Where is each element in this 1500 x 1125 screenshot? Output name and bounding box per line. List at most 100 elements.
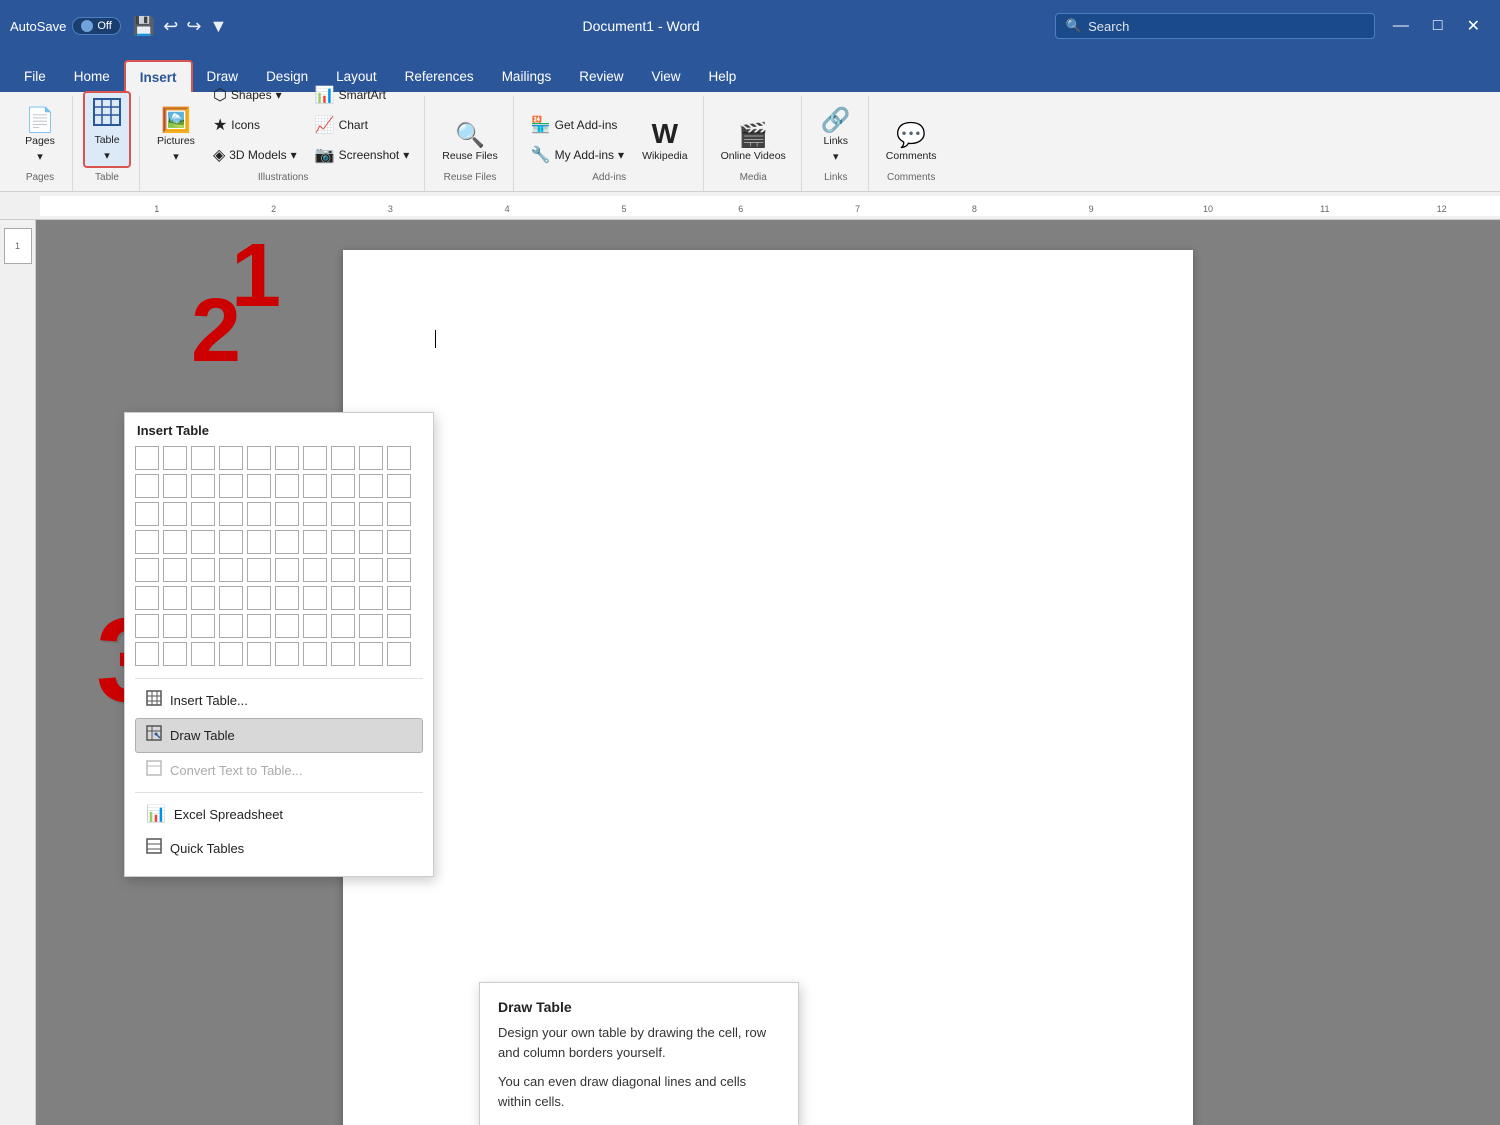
grid-cell[interactable] [191,474,215,498]
grid-cell[interactable] [163,446,187,470]
grid-cell[interactable] [387,614,411,638]
grid-cell[interactable] [191,502,215,526]
grid-cell[interactable] [163,558,187,582]
grid-cell[interactable] [331,474,355,498]
grid-cell[interactable] [135,586,159,610]
grid-cell[interactable] [219,642,243,666]
grid-cell[interactable] [331,530,355,554]
grid-cell[interactable] [135,558,159,582]
grid-cell[interactable] [303,642,327,666]
customize-icon[interactable]: ▼ [209,16,227,37]
grid-cell[interactable] [387,474,411,498]
grid-cell[interactable] [247,474,271,498]
grid-cell[interactable] [135,642,159,666]
grid-cell[interactable] [303,558,327,582]
tab-file[interactable]: File [10,60,60,92]
grid-cell[interactable] [163,502,187,526]
autosave-toggle[interactable]: Off [72,17,120,35]
grid-cell[interactable] [387,530,411,554]
grid-cell[interactable] [387,586,411,610]
grid-cell[interactable] [303,502,327,526]
grid-cell[interactable] [219,586,243,610]
grid-cell[interactable] [387,642,411,666]
table-grid[interactable] [135,446,423,668]
grid-cell[interactable] [191,614,215,638]
pictures-button[interactable]: 🖼️ Pictures ▾ [150,104,202,168]
grid-cell[interactable] [359,558,383,582]
grid-cell[interactable] [359,446,383,470]
grid-cell[interactable] [219,446,243,470]
grid-cell[interactable] [135,614,159,638]
grid-cell[interactable] [247,642,271,666]
grid-cell[interactable] [275,530,299,554]
grid-cell[interactable] [303,530,327,554]
grid-cell[interactable] [219,474,243,498]
grid-cell[interactable] [331,614,355,638]
grid-cell[interactable] [359,530,383,554]
excel-spreadsheet-option[interactable]: 📊 Excel Spreadsheet [135,797,423,831]
search-bar[interactable]: 🔍 Search [1055,13,1375,39]
grid-cell[interactable] [331,586,355,610]
grid-cell[interactable] [387,558,411,582]
quick-tables-option[interactable]: Quick Tables [135,831,423,866]
get-addins-button[interactable]: 🏪 Get Add-ins [524,112,631,138]
chart-button[interactable]: 📈 Chart [308,112,417,138]
icons-button[interactable]: ★ Icons [206,112,304,138]
grid-cell[interactable] [135,446,159,470]
tab-help[interactable]: Help [695,60,751,92]
grid-cell[interactable] [275,446,299,470]
grid-cell[interactable] [303,614,327,638]
reuse-files-button[interactable]: 🔍 Reuse Files [435,119,504,168]
grid-cell[interactable] [275,474,299,498]
smartart-button[interactable]: 📊 SmartArt [308,82,417,108]
grid-cell[interactable] [219,558,243,582]
tab-view[interactable]: View [637,60,694,92]
grid-cell[interactable] [247,446,271,470]
comments-button[interactable]: 💬 Comments [879,119,944,168]
insert-table-option[interactable]: Insert Table... [135,683,423,718]
grid-cell[interactable] [163,586,187,610]
grid-cell[interactable] [275,502,299,526]
grid-cell[interactable] [303,474,327,498]
shapes-button[interactable]: ⬡ Shapes ▾ [206,82,304,108]
wikipedia-button[interactable]: W Wikipedia [635,115,695,168]
grid-cell[interactable] [303,446,327,470]
grid-cell[interactable] [219,614,243,638]
page-thumbnail[interactable]: 1 [4,228,32,264]
grid-cell[interactable] [359,614,383,638]
grid-cell[interactable] [359,502,383,526]
grid-cell[interactable] [359,642,383,666]
my-addins-button[interactable]: 🔧 My Add-ins ▾ [524,142,631,168]
close-button[interactable]: ✕ [1457,10,1490,42]
grid-cell[interactable] [303,586,327,610]
draw-table-option[interactable]: Draw Table [135,718,423,753]
grid-cell[interactable] [275,614,299,638]
grid-cell[interactable] [191,558,215,582]
grid-cell[interactable] [163,474,187,498]
grid-cell[interactable] [135,502,159,526]
tab-home[interactable]: Home [60,60,124,92]
grid-cell[interactable] [135,474,159,498]
grid-cell[interactable] [247,614,271,638]
grid-cell[interactable] [247,530,271,554]
grid-cell[interactable] [387,446,411,470]
grid-cell[interactable] [191,586,215,610]
grid-cell[interactable] [275,642,299,666]
grid-cell[interactable] [331,502,355,526]
grid-cell[interactable] [331,642,355,666]
grid-cell[interactable] [331,558,355,582]
grid-cell[interactable] [359,586,383,610]
tab-review[interactable]: Review [565,60,637,92]
grid-cell[interactable] [163,614,187,638]
grid-cell[interactable] [247,586,271,610]
pages-button[interactable]: 📄 Pages ▾ [16,104,64,168]
grid-cell[interactable] [219,502,243,526]
redo-icon[interactable]: ↪ [186,16,201,37]
online-videos-button[interactable]: 🎬 Online Videos [714,119,793,168]
save-icon[interactable]: 💾 [133,16,155,37]
grid-cell[interactable] [163,642,187,666]
table-button[interactable]: Table ▾ [83,91,131,168]
minimize-button[interactable]: — [1383,10,1419,42]
grid-cell[interactable] [191,446,215,470]
grid-cell[interactable] [359,474,383,498]
